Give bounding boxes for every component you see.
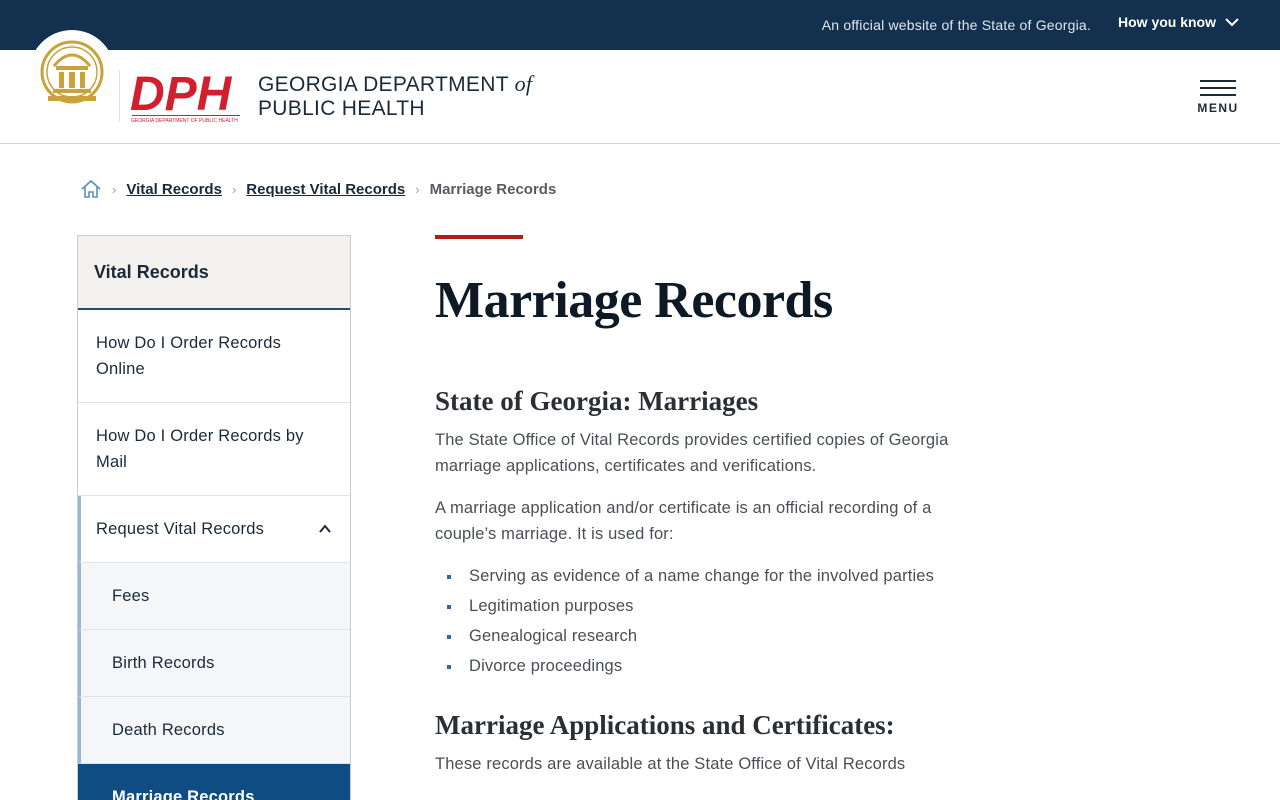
menu-button[interactable]: MENU xyxy=(1196,80,1240,120)
sidebar-item-order-online[interactable]: How Do I Order Records Online xyxy=(78,310,350,403)
paragraph-intro: The State Office of Vital Records provid… xyxy=(435,431,949,475)
department-name-line2: PUBLIC HEALTH xyxy=(258,97,425,120)
georgia-seal-icon[interactable] xyxy=(29,30,115,116)
department-name[interactable]: GEORGIA DEPARTMENT of PUBLIC HEALTH xyxy=(258,72,532,121)
home-icon[interactable] xyxy=(80,178,102,200)
official-banner: An official website of the State of Geor… xyxy=(0,0,1280,50)
sidebar-subitem-birth-records[interactable]: Birth Records xyxy=(78,630,350,697)
list-item: Divorce proceedings xyxy=(435,653,955,679)
breadcrumb-current: Marriage Records xyxy=(429,180,557,198)
official-site-text: An official website of the State of Geor… xyxy=(821,17,1091,33)
list-item: Legitimation purposes xyxy=(435,593,955,619)
sidebar-subitem-label: Birth Records xyxy=(112,654,215,672)
sidebar-subitem-marriage-records[interactable]: Marriage Records xyxy=(78,764,350,800)
dph-logo[interactable]: DPH GEORGIA DEPARTMENT OF PUBLIC HEALTH xyxy=(130,68,242,129)
sidebar-subitem-label: Fees xyxy=(112,587,150,605)
breadcrumb-link-request-vital-records[interactable]: Request Vital Records xyxy=(246,181,405,198)
breadcrumb: › Vital Records › Request Vital Records … xyxy=(80,178,556,200)
section-heading-applications: Marriage Applications and Certificates: xyxy=(435,710,895,740)
sidebar-item-label: Request Vital Records xyxy=(96,520,265,538)
breadcrumb-separator: › xyxy=(415,181,420,197)
department-name-prefix: GEORGIA DEPARTMENT xyxy=(258,73,509,96)
dph-logo-text: DPH xyxy=(130,68,233,121)
seal-graphic xyxy=(40,40,104,104)
chevron-up-icon[interactable] xyxy=(318,522,332,536)
how-you-know-button[interactable]: How you know xyxy=(1118,14,1240,30)
sidebar-subitem-fees[interactable]: Fees xyxy=(78,563,350,630)
sidebar-item-request-vital-records[interactable]: Request Vital Records xyxy=(78,496,350,563)
sidebar-title[interactable]: Vital Records xyxy=(78,236,350,310)
list-item: Genealogical research xyxy=(435,623,955,649)
paragraph-availability: These records are available at the State… xyxy=(435,755,906,773)
logo-divider xyxy=(119,70,120,122)
section-heading-marriages: State of Georgia: Marriages xyxy=(435,386,759,416)
chevron-down-icon xyxy=(1225,18,1239,27)
sidebar-subitem-death-records[interactable]: Death Records xyxy=(78,697,350,764)
sidebar-subitem-label: Marriage Records xyxy=(112,788,255,800)
main-content: Marriage Records State of Georgia: Marri… xyxy=(435,235,955,777)
uses-list: Serving as evidence of a name change for… xyxy=(435,563,955,679)
sidebar-item-label: How Do I Order Records by Mail xyxy=(96,427,304,471)
how-you-know-label: How you know xyxy=(1118,14,1216,30)
sidebar-subitem-label: Death Records xyxy=(112,721,225,739)
breadcrumb-separator: › xyxy=(231,181,237,197)
sidebar-item-order-by-mail[interactable]: How Do I Order Records by Mail xyxy=(78,403,350,496)
department-name-of: of xyxy=(514,71,533,96)
department-name-line1: GEORGIA DEPARTMENT of xyxy=(258,72,532,97)
menu-label: MENU xyxy=(1197,101,1239,115)
hamburger-icon xyxy=(1196,80,1240,96)
paragraph-uses: A marriage application and/or certificat… xyxy=(435,499,932,543)
sidebar-item-label: How Do I Order Records Online xyxy=(96,334,282,378)
title-accent-bar xyxy=(435,235,523,239)
sidebar-nav: Vital Records How Do I Order Records Onl… xyxy=(77,235,351,800)
list-item: Serving as evidence of a name change for… xyxy=(435,563,955,589)
breadcrumb-separator: › xyxy=(112,181,117,197)
site-header: DPH GEORGIA DEPARTMENT OF PUBLIC HEALTH … xyxy=(0,30,1280,144)
breadcrumb-link-vital-records[interactable]: Vital Records xyxy=(126,181,222,198)
page-title: Marriage Records xyxy=(435,272,833,329)
dph-logo-subtext: GEORGIA DEPARTMENT OF PUBLIC HEALTH xyxy=(131,118,238,124)
